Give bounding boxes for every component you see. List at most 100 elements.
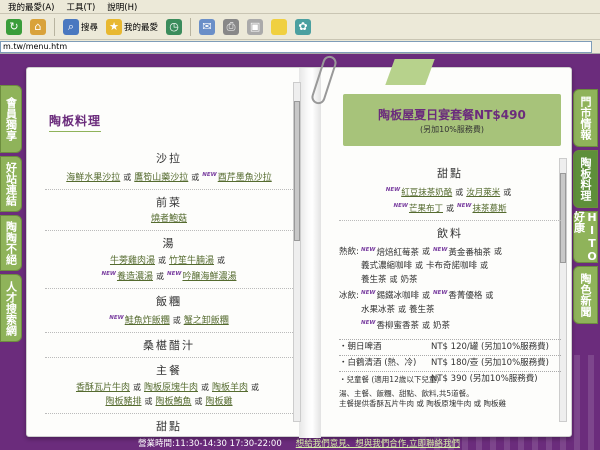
beer-label: ・朝日啤酒 bbox=[339, 342, 382, 353]
item-moon-rice[interactable]: 汝月萊米 bbox=[466, 188, 500, 198]
or-label: 或 bbox=[144, 397, 153, 406]
book-spine bbox=[299, 68, 321, 438]
item-matcha-mousse[interactable]: 抹茶慕斯 bbox=[472, 204, 506, 214]
divider bbox=[45, 332, 293, 333]
new-badge: NEW bbox=[361, 290, 376, 297]
new-badge: NEW bbox=[109, 315, 124, 321]
home-button[interactable]: ⌂ bbox=[28, 17, 48, 37]
item-seafood-salad[interactable]: 海鮮水果沙拉 bbox=[66, 173, 120, 183]
mail-button[interactable]: ✉ bbox=[197, 17, 217, 37]
item-bamboo-soup[interactable]: 竹笙牛腩湯 bbox=[169, 256, 214, 266]
or-label: 或 bbox=[132, 383, 141, 392]
left-scrollbar[interactable] bbox=[293, 82, 301, 422]
kids-line: ・兒童餐 (適用12歲以下兒童) NT$ 390 (另加10%服務費) bbox=[339, 371, 561, 387]
or-label: 或 bbox=[158, 256, 166, 265]
footer: 營業時間:11:30-14:30 17:30-22:00 想給我們意見、想與我們… bbox=[26, 437, 572, 450]
divider bbox=[45, 230, 293, 231]
item-crispy-beef[interactable]: 香酥瓦片牛肉 bbox=[76, 383, 130, 393]
toolbar: ↻ ⌂ ⌕ 搜尋 ★ 我的最愛 ◷ ✉ ⎙ ▣ ✿ bbox=[0, 14, 600, 40]
favorites-label: 我的最愛 bbox=[124, 22, 159, 33]
new-badge: NEW bbox=[101, 271, 116, 277]
contact-link[interactable]: 想給我們意見、想與我們合作,立即聯絡我們 bbox=[296, 437, 460, 450]
tab-members[interactable]: 會員獨享 bbox=[0, 85, 22, 153]
favorites-button[interactable]: ★ 我的最愛 bbox=[104, 17, 160, 37]
item-mushroom[interactable]: 燒者鮑菇 bbox=[151, 214, 187, 224]
item-cream-soup[interactable]: 養造濃湯 bbox=[117, 272, 153, 282]
cold-label: 冰飲: bbox=[339, 291, 359, 302]
menu-book: 陶板料理 沙拉 海鮮水果沙拉或鷹筍山藥沙拉或 NEW酉芹墨魚沙拉 前菜 燒者鮑菇 … bbox=[26, 67, 572, 438]
cold-drinks-row-1: 冰飲: NEW錫鐵冰咖啡或 NEW香菁優格或 bbox=[339, 287, 561, 303]
section-soup: 湯 bbox=[162, 237, 176, 250]
item-pork[interactable]: 陶板豬排 bbox=[105, 397, 141, 407]
section-main: 主餐 bbox=[156, 364, 182, 377]
rice-row: NEW鮭魚炸飯糰或蟹之卸飯糰 bbox=[45, 312, 293, 328]
search-button[interactable]: ⌕ 搜尋 bbox=[61, 17, 100, 37]
cold-drinks-row-2: 水果冰茶或養生茶 bbox=[339, 303, 561, 317]
left-menu-content: 沙拉 海鮮水果沙拉或鷹筍山藥沙拉或 NEW酉芹墨魚沙拉 前菜 燒者鮑菇 湯 牛蒡雞… bbox=[45, 148, 293, 437]
address-input[interactable]: m.tw/menu.htm bbox=[0, 41, 592, 53]
tab-taotao[interactable]: 陶陶不絕 bbox=[0, 215, 22, 271]
or-label: 或 bbox=[421, 247, 430, 257]
item-chicken[interactable]: 陶板雞 bbox=[206, 397, 233, 407]
item-yam-salad[interactable]: 鷹筍山藥沙拉 bbox=[134, 173, 188, 183]
item-celery-salad[interactable]: 酉芹墨魚沙拉 bbox=[218, 173, 272, 183]
item-tuna[interactable]: 陶板鮪魚 bbox=[155, 397, 191, 407]
new-badge: NEW bbox=[432, 246, 448, 253]
print-button[interactable]: ⎙ bbox=[221, 17, 241, 37]
item-mango-pudding[interactable]: 芒果布丁 bbox=[409, 204, 443, 214]
item-burdock-soup[interactable]: 牛蒡雞肉湯 bbox=[110, 256, 155, 266]
item-ginjo-soup[interactable]: 吟醸海鮮濃湯 bbox=[182, 272, 236, 282]
tab-news[interactable]: 陶色新聞 bbox=[573, 266, 598, 324]
item-crab-rice[interactable]: 蟹之卸飯糰 bbox=[184, 316, 229, 326]
messenger-button[interactable]: ✿ bbox=[293, 17, 313, 37]
item-redbean-pudding[interactable]: 紅豆抹茶奶酪 bbox=[401, 188, 452, 198]
menu-tools[interactable]: 工具(T) bbox=[66, 1, 95, 13]
refresh-icon: ↻ bbox=[6, 18, 22, 35]
new-badge: NEW bbox=[361, 246, 376, 253]
or-label: 或 bbox=[503, 187, 512, 197]
or-label: 或 bbox=[123, 173, 132, 182]
mail-icon: ✉ bbox=[199, 18, 216, 35]
section-appetizer: 前菜 bbox=[156, 196, 182, 209]
main-row-2: 陶板豬排或陶板鮪魚或陶板雞 bbox=[45, 395, 293, 409]
new-badge: NEW bbox=[432, 290, 448, 297]
divider bbox=[45, 189, 293, 190]
printer-icon: ⎙ bbox=[223, 18, 240, 35]
or-label: 或 bbox=[156, 272, 164, 281]
menu-favorites[interactable]: 我的最愛(A) bbox=[8, 1, 54, 13]
tab-hito[interactable]: HITO好康 bbox=[573, 211, 599, 263]
right-menu-content: 甜點 NEW紅豆抹茶奶酪或汝月萊米或 NEW芒果布丁或 NEW抹茶慕斯 飲料 熱飲… bbox=[339, 164, 561, 409]
history-button[interactable]: ◷ bbox=[164, 17, 184, 37]
section-rice: 飯糰 bbox=[156, 295, 182, 308]
item-block-beef[interactable]: 陶板原塊牛肉 bbox=[144, 383, 198, 393]
tab-stores[interactable]: 門市情報 bbox=[573, 89, 598, 147]
soup-row-1: 牛蒡雞肉湯或竹笙牛腩湯或 bbox=[45, 254, 293, 268]
set-menu-banner: 陶板屋夏日宴套餐NT$490 (另加10%服務費) bbox=[343, 94, 561, 146]
divider bbox=[339, 219, 561, 221]
item-lamb[interactable]: 陶板羊肉 bbox=[212, 383, 248, 393]
item-salmon-rice[interactable]: 鮭魚炸飯糰 bbox=[125, 316, 170, 326]
right-tabs: 門市情報 陶板料理 HITO好康 陶色新聞 bbox=[573, 89, 600, 327]
or-label: 或 bbox=[421, 321, 430, 331]
or-label: 或 bbox=[398, 305, 407, 315]
menu-help[interactable]: 說明(H) bbox=[107, 1, 137, 13]
section-drinks: 飲料 bbox=[437, 226, 463, 240]
beer-price: NT$ 120/罐 (另加10%服務費) bbox=[431, 342, 549, 353]
star-icon: ★ bbox=[106, 18, 123, 35]
item-golden-tea: 黃金番柚茶 bbox=[448, 247, 491, 258]
refresh-button[interactable]: ↻ bbox=[4, 17, 24, 37]
tab-jobs[interactable]: 人才搜索網 bbox=[0, 274, 22, 342]
new-badge: NEW bbox=[385, 187, 401, 193]
item-cappuccino: 卡布奇諾咖啡 bbox=[426, 261, 478, 272]
edit-button[interactable]: ▣ bbox=[245, 17, 265, 37]
main-row-1: 香酥瓦片牛肉或陶板原塊牛肉或陶板羊肉或 bbox=[45, 381, 293, 395]
or-label: 或 bbox=[480, 261, 489, 271]
search-icon: ⌕ bbox=[63, 18, 79, 35]
or-label: 或 bbox=[194, 397, 203, 406]
toolbar-separator bbox=[190, 17, 192, 36]
section-dessert: 甜點 bbox=[437, 167, 463, 180]
tab-links[interactable]: 好站連結 bbox=[0, 156, 22, 212]
discuss-button[interactable] bbox=[269, 17, 289, 37]
scroll-thumb[interactable] bbox=[294, 101, 300, 241]
tab-menu[interactable]: 陶板料理 bbox=[573, 150, 598, 208]
